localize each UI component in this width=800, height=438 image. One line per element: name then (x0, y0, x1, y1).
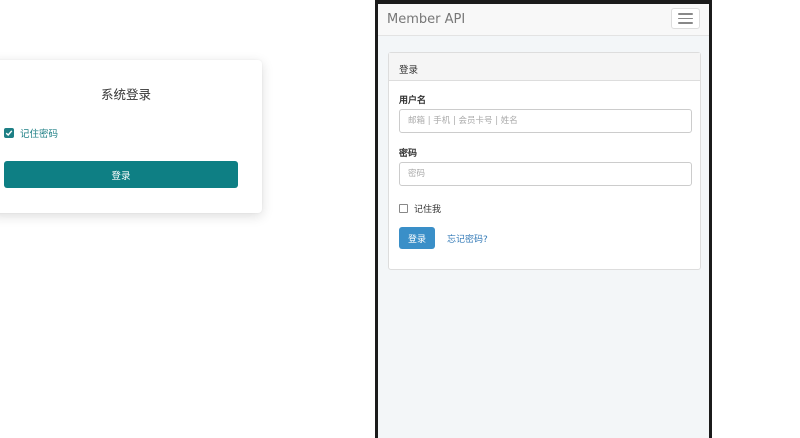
member-login-button[interactable]: 登录 (399, 227, 435, 249)
password-input[interactable] (399, 162, 692, 186)
hamburger-menu-icon (678, 13, 693, 15)
check-icon (4, 128, 14, 138)
system-login-button[interactable]: 登录 (4, 161, 238, 188)
checkbox-box (399, 204, 408, 213)
login-panel: 登录 用户名 密码 记住我 登录 忘记密码? (388, 52, 701, 270)
remember-password-label: 记住密码 (20, 129, 59, 140)
member-app-frame: Member API 登录 用户名 密码 记住我 登录 忘记密码? (375, 0, 712, 438)
hamburger-menu-icon (678, 22, 693, 24)
navbar: Member API (378, 4, 709, 36)
login-panel-body: 用户名 密码 记住我 登录 忘记密码? (389, 81, 700, 270)
hamburger-menu-icon (678, 17, 693, 20)
forgot-password-link[interactable]: 忘记密码? (447, 232, 488, 245)
navbar-brand[interactable]: Member API (387, 12, 465, 27)
username-label: 用户名 (399, 96, 427, 106)
system-login-card: 系统登录 记住密码 登录 (0, 60, 262, 213)
system-login-title: 系统登录 (100, 87, 151, 102)
username-input[interactable] (399, 109, 692, 133)
remember-password-checkbox[interactable]: 记住密码 (4, 126, 58, 140)
password-label: 密码 (399, 149, 418, 159)
navbar-toggle-button[interactable] (671, 8, 700, 29)
remember-me-checkbox[interactable]: 记住我 (399, 202, 441, 215)
remember-me-label: 记住我 (414, 205, 442, 215)
login-panel-heading: 登录 (389, 53, 700, 81)
